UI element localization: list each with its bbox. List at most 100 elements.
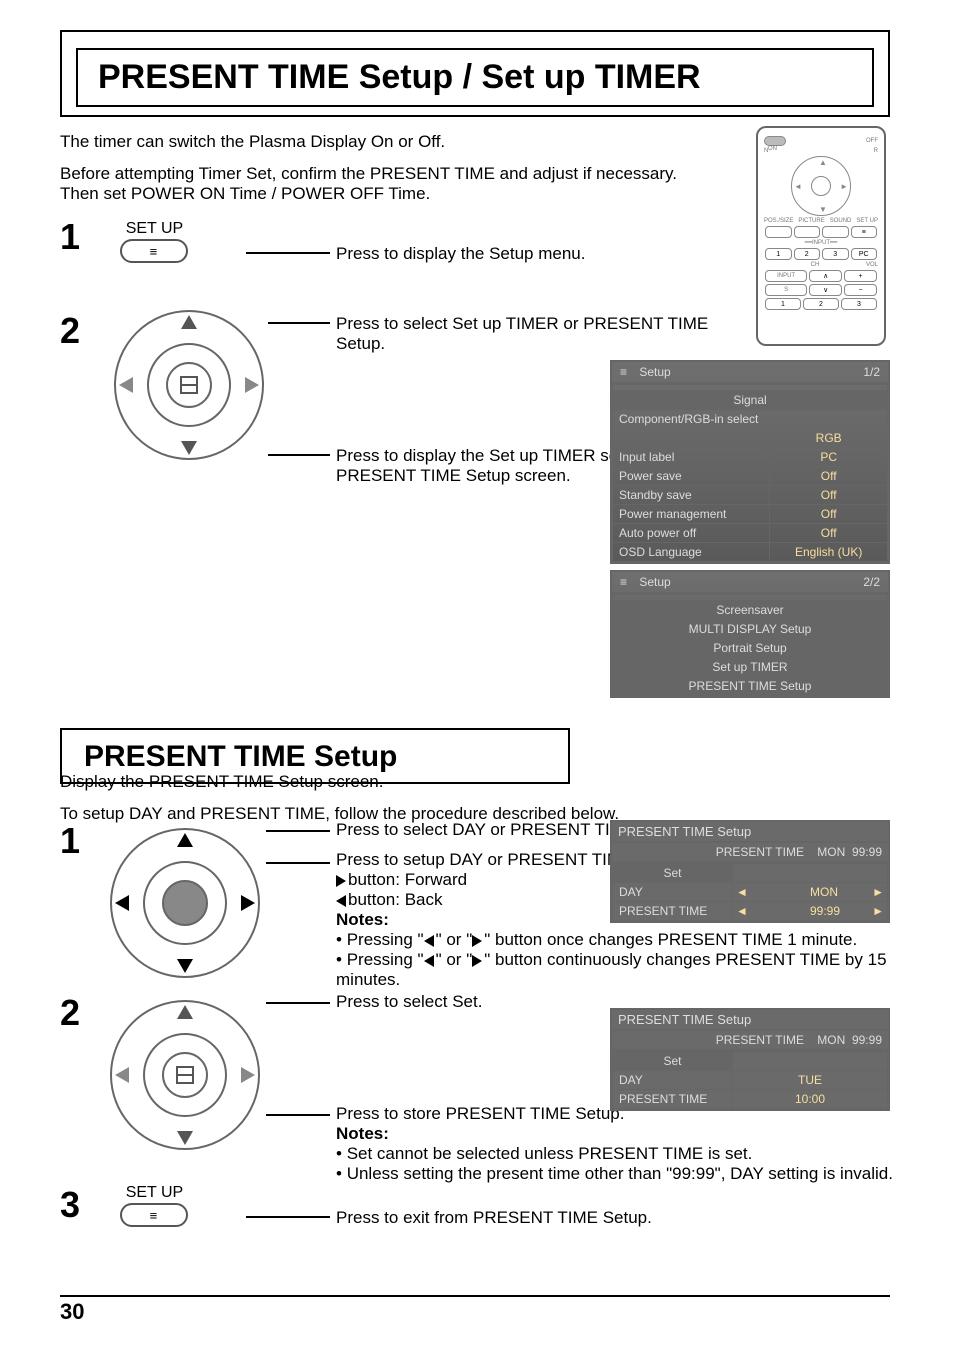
- remote-s-btn: S: [765, 284, 807, 296]
- sub1-n1: • Pressing "" or "" button once changes …: [336, 930, 896, 950]
- sub2-n2: • Unless setting the present time other …: [336, 1164, 896, 1184]
- picture-label: PICTURE: [798, 218, 824, 224]
- osd-title: Setup: [639, 365, 670, 379]
- nav-pad-center-icon: [162, 1052, 208, 1098]
- step-2-number: 2: [60, 310, 106, 352]
- setup-button-label: SET UP: [120, 220, 188, 238]
- pos-size-label: POS./SIZE: [764, 218, 793, 224]
- nav-pad-2: [110, 1000, 260, 1150]
- remote-snd-btn: [822, 226, 849, 238]
- page-title: PRESENT TIME Setup / Set up TIMER: [98, 58, 852, 97]
- left-triangle-icon: [336, 895, 346, 907]
- osd-row: Screensaver: [613, 601, 888, 620]
- footer-rule: [60, 1295, 890, 1297]
- setup-button-label: SET UP: [120, 1184, 188, 1202]
- remote-vol-up: +: [844, 270, 877, 282]
- pts-set-label: Set: [613, 864, 733, 883]
- pts-row-value: TUE: [733, 1071, 888, 1090]
- remote-dpad: ▲ ▼ ◄ ►: [791, 156, 851, 216]
- setup-button-icon: ≡: [120, 239, 188, 263]
- remote-vol-dn: −: [844, 284, 877, 296]
- remote-pos-btn: [765, 226, 792, 238]
- pts-title: PRESENT TIME Setup: [612, 822, 888, 843]
- osd-row: Power save: [613, 467, 770, 486]
- setup-button-icon: ≡: [120, 1203, 188, 1227]
- osd-row: MULTI DISPLAY Setup: [613, 620, 888, 639]
- osd-row: Portrait Setup: [613, 639, 888, 658]
- remote-pc: PC: [851, 248, 878, 260]
- remote-dpad-center: [811, 176, 831, 196]
- remote-input2: 2: [794, 248, 821, 260]
- page-title-box: PRESENT TIME Setup / Set up TIMER: [76, 48, 874, 107]
- osd-row: Power management: [613, 505, 770, 524]
- pts-title: PRESENT TIME Setup: [612, 1010, 888, 1031]
- osd-row: Standby save: [613, 486, 770, 505]
- osd-row: Component/RGB-in select: [613, 410, 888, 429]
- remote-num3: 3: [841, 298, 877, 310]
- pts-row-value: 10:00: [733, 1090, 888, 1109]
- remote-num1: 1: [765, 298, 801, 310]
- osd-row: Set up TIMER: [613, 658, 888, 677]
- notes-heading: Notes:: [336, 1124, 389, 1143]
- vol-label: VOL: [866, 262, 878, 268]
- sub2-n1: • Set cannot be selected unless PRESENT …: [336, 1144, 896, 1164]
- osd-setup-2: ≡ Setup2/2 Screensaver MULTI DISPLAY Set…: [610, 570, 890, 698]
- ch-label: CH: [811, 262, 820, 268]
- osd-val: PC: [770, 448, 888, 467]
- sound-label: SOUND: [830, 218, 852, 224]
- remote-illustration: ON OFF N R ▲ ▼ ◄ ► POS./SIZE PICTURE SOUND SE…: [756, 126, 886, 346]
- osd-val: Off: [770, 524, 888, 543]
- osd-row: Auto power off: [613, 524, 770, 543]
- osd-val: RGB: [770, 429, 888, 448]
- pts-row-label: PRESENT TIME: [613, 1090, 733, 1109]
- remote-input-btn: INPUT: [765, 270, 807, 282]
- pts-row-label: PRESENT TIME: [613, 902, 733, 921]
- nav-pad-center: [162, 880, 208, 926]
- step-1-number: 1: [60, 216, 106, 258]
- sub-step-1-number: 1: [60, 820, 106, 862]
- r-label: R: [874, 148, 878, 154]
- remote-num2: 2: [803, 298, 839, 310]
- notes-heading: Notes:: [336, 910, 389, 929]
- nav-pad: [114, 310, 264, 460]
- remote-pic-btn: [794, 226, 821, 238]
- remote-ch-dn: ∨: [809, 284, 842, 296]
- off-label: OFF: [866, 138, 878, 144]
- pts-set-label: Set: [613, 1052, 733, 1071]
- sub-intro-1: Display the PRESENT TIME Setup screen.: [60, 772, 760, 792]
- osd-row: Input label: [613, 448, 770, 467]
- remote-input3: 3: [822, 248, 849, 260]
- osd-title: Setup: [639, 575, 670, 589]
- osd-row: PRESENT TIME Setup: [613, 677, 888, 696]
- pts-row-value: ◄MON►: [733, 883, 888, 902]
- osd-val: Off: [770, 486, 888, 505]
- n-label: N: [764, 148, 768, 154]
- pts-row-label: DAY: [613, 1071, 733, 1090]
- remote-ch-up: ∧: [809, 270, 842, 282]
- osd-row: Signal: [613, 391, 888, 410]
- pts-sub: PRESENT TIME MON 99:99: [716, 1033, 882, 1047]
- pts-row-value: ◄99:99►: [733, 902, 888, 921]
- sub-step-2-number: 2: [60, 992, 106, 1034]
- osd-setup-1: ≡ Setup1/2 Signal Component/RGB-in selec…: [610, 360, 890, 564]
- setup-label: SET UP: [856, 218, 878, 224]
- pts-row-label: DAY: [613, 883, 733, 902]
- sub3-text: Press to exit from PRESENT TIME Setup.: [336, 1208, 756, 1228]
- step-1-text: Press to display the Setup menu.: [336, 244, 736, 264]
- right-triangle-icon: [336, 875, 346, 887]
- intro-1: The timer can switch the Plasma Display …: [60, 132, 760, 152]
- pts-osd-2: PRESENT TIME Setup PRESENT TIME MON 99:9…: [610, 1008, 890, 1111]
- osd-val: English (UK): [770, 543, 888, 562]
- nav-pad-solid: [110, 828, 260, 978]
- osd-val: Off: [770, 505, 888, 524]
- on-button: ON: [764, 136, 786, 146]
- osd-row: OSD Language: [613, 543, 770, 562]
- osd-page: 2/2: [863, 575, 880, 589]
- osd-val: Off: [770, 467, 888, 486]
- step-2-text-1: Press to select Set up TIMER or PRESENT …: [336, 314, 756, 354]
- osd-page: 1/2: [863, 365, 880, 379]
- intro-2: Before attempting Timer Set, confirm the…: [60, 164, 760, 204]
- pts-osd-1: PRESENT TIME Setup PRESENT TIME MON 99:9…: [610, 820, 890, 923]
- page-number: 30: [60, 1299, 84, 1325]
- remote-input1: 1: [765, 248, 792, 260]
